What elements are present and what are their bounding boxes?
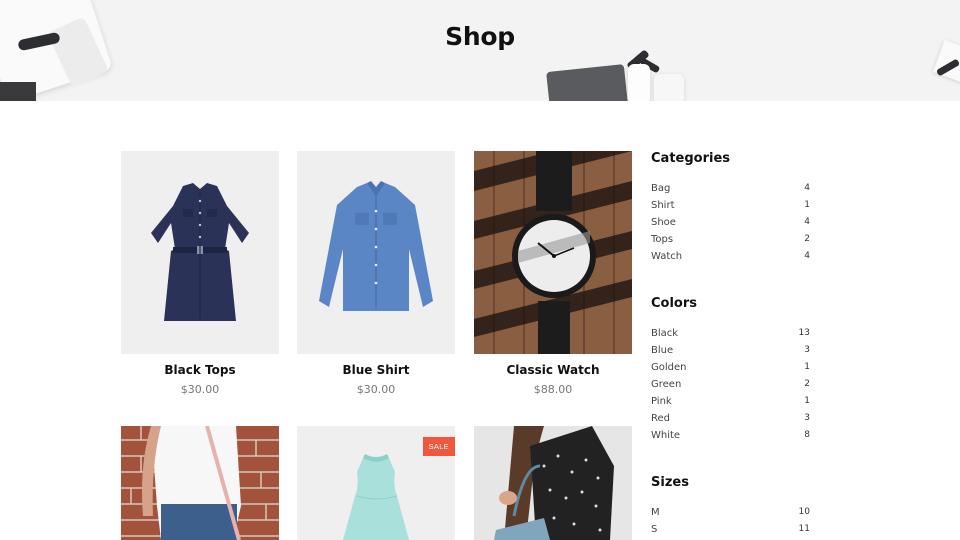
- decor-case-image: [546, 64, 628, 101]
- sizes-heading: Sizes: [651, 475, 689, 490]
- category-item-bag[interactable]: Bag 4: [651, 182, 810, 199]
- category-item-tops[interactable]: Tops 2: [651, 233, 810, 250]
- categories-list: Bag 4 Shirt 1 Shoe 4 Tops 2 Watch 4: [651, 182, 810, 267]
- sizes-list: M 10 S 11: [651, 506, 810, 540]
- sizes-widget: Sizes M 10 S 11: [651, 475, 810, 540]
- watch-image[interactable]: [474, 151, 632, 354]
- color-item-blue[interactable]: Blue 3: [651, 344, 810, 361]
- decor-bottle-image: [628, 64, 650, 101]
- page-title: Shop: [445, 22, 515, 51]
- product-price: $88.00: [533, 383, 573, 396]
- categories-heading: Categories: [651, 151, 731, 166]
- colors-widget: Colors Black 13 Blue 3 Golden 1 Green 2 Pink…: [651, 296, 810, 446]
- product-card[interactable]: SALE: [297, 426, 455, 540]
- product-price: $30.00: [180, 383, 220, 396]
- category-item-watch[interactable]: Watch 4: [651, 250, 810, 267]
- colors-list: Black 13 Blue 3 Golden 1 Green 2 Pink 1 Red 3 …: [651, 327, 810, 446]
- color-item-black[interactable]: Black 13: [651, 327, 810, 344]
- product-card[interactable]: Black Tops $30.00: [121, 151, 279, 396]
- sale-badge: SALE: [422, 437, 455, 456]
- hero-banner: Shop: [0, 0, 960, 101]
- product-name[interactable]: Blue Shirt: [297, 363, 455, 377]
- size-item-m[interactable]: M 10: [651, 506, 810, 523]
- decor-dark-image: [0, 82, 36, 101]
- product-card[interactable]: Classic Watch $88.00: [474, 151, 632, 396]
- product-price: $30.00: [356, 383, 396, 396]
- sale-dress-image[interactable]: SALE: [297, 426, 455, 540]
- color-item-green[interactable]: Green 2: [651, 378, 810, 395]
- color-item-white[interactable]: White 8: [651, 429, 810, 446]
- color-item-golden[interactable]: Golden 1: [651, 361, 810, 378]
- category-item-shirt[interactable]: Shirt 1: [651, 199, 810, 216]
- size-item-s[interactable]: S 11: [651, 523, 810, 540]
- product-card[interactable]: [474, 426, 632, 540]
- product-card[interactable]: Blue Shirt $30.00: [297, 151, 455, 396]
- categories-widget: Categories Bag 4 Shirt 1 Shoe 4 Tops 2 Watch…: [651, 151, 810, 267]
- bag-model-image[interactable]: [121, 426, 279, 540]
- decor-bottle-image: [654, 74, 684, 101]
- category-item-shoe[interactable]: Shoe 4: [651, 216, 810, 233]
- polka-dot-model-image[interactable]: [474, 426, 632, 540]
- color-item-pink[interactable]: Pink 1: [651, 395, 810, 412]
- colors-heading: Colors: [651, 296, 698, 311]
- dress-image[interactable]: [121, 151, 279, 354]
- product-card[interactable]: [121, 426, 279, 540]
- product-name[interactable]: Classic Watch: [474, 363, 632, 377]
- shirt-image[interactable]: [297, 151, 455, 354]
- color-item-red[interactable]: Red 3: [651, 412, 810, 429]
- product-name[interactable]: Black Tops: [121, 363, 279, 377]
